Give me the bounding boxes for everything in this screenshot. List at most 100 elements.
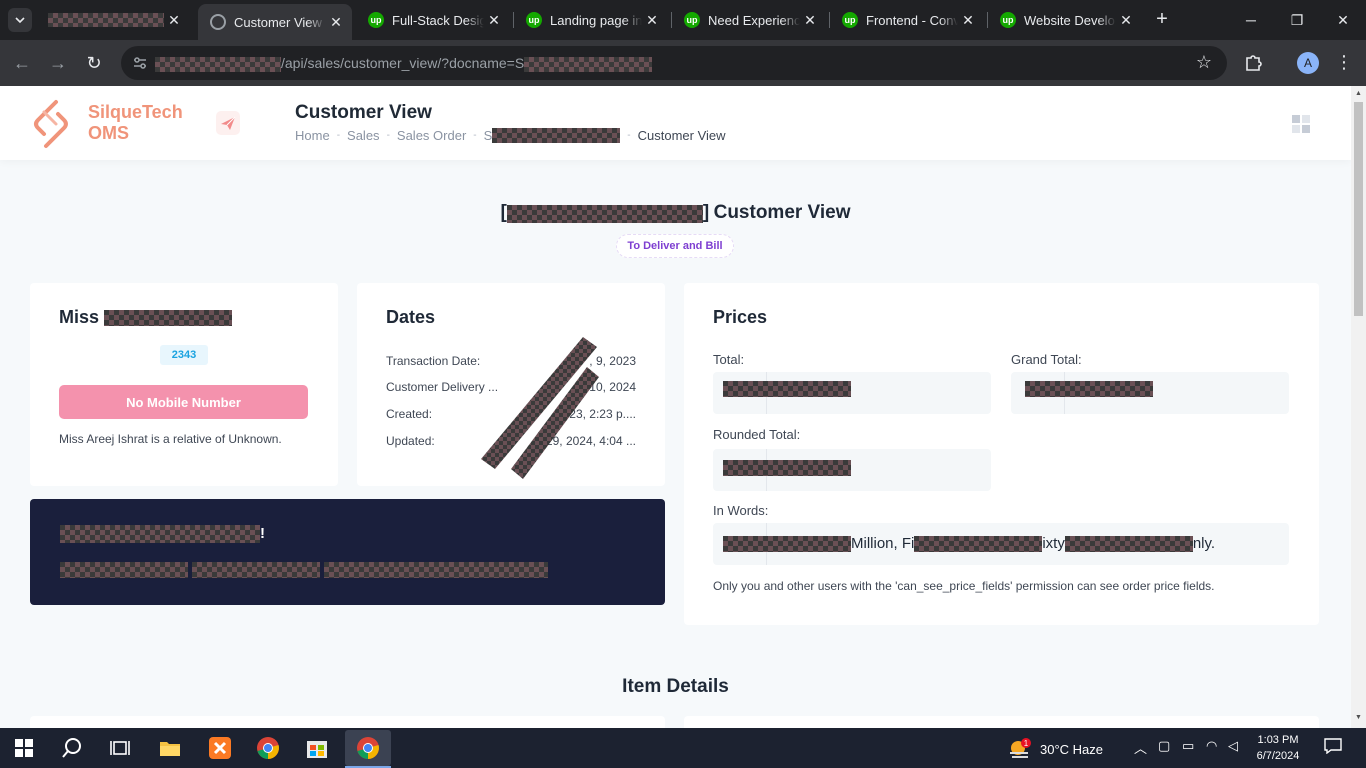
close-window-button[interactable]: ✕ [1320, 0, 1366, 40]
tab-landing-page[interactable]: up Landing page in ✕ [514, 6, 668, 34]
scroll-down-arrow-icon[interactable]: ▼ [1354, 714, 1363, 722]
chrome-icon[interactable] [254, 734, 282, 762]
weather-badge: 1 [1024, 739, 1029, 748]
title-bracket: ] [702, 202, 710, 223]
search-icon[interactable] [58, 734, 86, 762]
close-tab-icon[interactable]: ✕ [800, 12, 820, 29]
redacted-docname [524, 56, 653, 72]
close-tab-icon[interactable]: ✕ [484, 12, 504, 29]
redacted-words [723, 536, 851, 553]
extensions-puzzle-icon[interactable] [1243, 51, 1265, 73]
close-tab-icon[interactable]: ✕ [1116, 12, 1136, 29]
silquetech-logo-icon[interactable] [30, 98, 72, 150]
back-button[interactable]: ← [10, 51, 34, 75]
breadcrumb-current: Customer View [637, 128, 726, 143]
volume-muted-icon[interactable]: ◁ [1228, 738, 1238, 754]
weather-text: 30°C Haze [1040, 741, 1104, 757]
redacted-words [914, 536, 1043, 553]
tab-need-experience[interactable]: up Need Experience ✕ [672, 6, 826, 34]
redacted-total-value [723, 381, 851, 397]
breadcrumb-separator: - [473, 130, 477, 141]
scroll-up-arrow-icon[interactable]: ▲ [1354, 90, 1363, 98]
brand-name[interactable]: SilqueTech OMS [88, 102, 183, 144]
in-words-field[interactable]: Million, Fi ixty nly. [713, 523, 1289, 565]
forward-button[interactable]: → [46, 51, 70, 75]
breadcrumb-order[interactable]: S [484, 128, 493, 143]
new-tab-button[interactable]: + [1150, 8, 1174, 32]
redacted-notice-text [192, 562, 321, 579]
battery-icon[interactable]: ▭ [1182, 738, 1194, 754]
grand-total-label: Grand Total: [1011, 352, 1082, 367]
no-mobile-number-button[interactable]: No Mobile Number [59, 385, 308, 419]
upwork-favicon-icon: up [684, 12, 700, 28]
upwork-favicon-icon: up [368, 12, 384, 28]
tab-full-stack[interactable]: up Full-Stack Desig ✕ [356, 6, 510, 34]
weather-widget[interactable]: 1 30°C Haze [1008, 738, 1103, 760]
in-words-label: In Words: [713, 503, 769, 518]
bookmark-star-icon[interactable]: ☆ [1193, 51, 1215, 73]
total-field[interactable] [713, 372, 991, 414]
page-scrollbar[interactable]: ▲ ▼ [1351, 86, 1366, 728]
tab-redacted[interactable]: ✕ [36, 6, 190, 34]
meet-now-icon[interactable]: ▢ [1158, 738, 1170, 754]
site-settings-icon[interactable] [131, 54, 149, 72]
scrollbar-thumb[interactable] [1354, 102, 1363, 316]
breadcrumb-home[interactable]: Home [295, 128, 330, 143]
redacted-customer-name [104, 310, 233, 327]
page-title: Customer View [295, 102, 432, 123]
restore-button[interactable]: ❐ [1274, 0, 1320, 40]
tab-search-icon[interactable] [8, 8, 32, 32]
tab-title: Customer View | [234, 14, 326, 30]
profile-avatar[interactable]: A [1297, 52, 1319, 74]
paper-plane-icon[interactable] [216, 111, 240, 135]
task-view-icon[interactable] [106, 734, 134, 762]
customer-view-title: [] Customer View [0, 202, 1351, 224]
redaction-scribble [481, 337, 599, 479]
breadcrumb-sales-order[interactable]: Sales Order [397, 128, 466, 143]
redacted-tab-title [48, 13, 164, 27]
show-hidden-icons-icon[interactable]: ︿ [1134, 738, 1147, 757]
rounded-total-field[interactable] [713, 449, 991, 491]
status-badge: To Deliver and Bill [616, 234, 734, 258]
rounded-total-label: Rounded Total: [713, 427, 801, 442]
close-tab-icon[interactable]: ✕ [326, 14, 346, 31]
tab-customer-view[interactable]: Customer View | ✕ [198, 4, 352, 40]
microsoft-store-icon[interactable] [303, 734, 331, 762]
windows-start-icon[interactable] [10, 734, 38, 762]
notice-line-1: ! [60, 525, 265, 544]
redacted-notice-text [60, 525, 260, 544]
browser-menu-icon[interactable]: ⋮ [1333, 51, 1355, 73]
address-bar[interactable]: /api/sales/customer_view/?docname=S [121, 46, 1227, 80]
wifi-icon[interactable]: ◠ [1206, 738, 1217, 754]
upwork-favicon-icon: up [1000, 12, 1016, 28]
chrome-active-icon[interactable] [345, 730, 391, 766]
file-explorer-icon[interactable] [156, 734, 184, 762]
breadcrumb-sales[interactable]: Sales [347, 128, 380, 143]
in-words-part-1: Million, Fi [851, 535, 915, 552]
notifications-icon[interactable] [1324, 738, 1342, 757]
close-tab-icon[interactable]: ✕ [958, 12, 978, 29]
redacted-order-id [492, 128, 621, 143]
minimize-button[interactable]: ─ [1228, 0, 1274, 40]
breadcrumb-separator: - [386, 130, 390, 141]
redacted-rounded-total-value [723, 460, 851, 476]
url-text: /api/sales/customer_view/?docname=S [155, 55, 653, 72]
system-clock[interactable]: 1:03 PM 6/7/2024 [1250, 732, 1306, 764]
redacted-host [155, 56, 281, 72]
xampp-icon[interactable] [206, 734, 234, 762]
breadcrumb: Home - Sales - Sales Order - S - Custome… [295, 128, 726, 143]
notice-line-1-tail: ! [260, 525, 265, 542]
grand-total-field[interactable] [1011, 372, 1289, 414]
silquetech-favicon-icon [210, 14, 226, 30]
close-tab-icon[interactable]: ✕ [642, 12, 662, 29]
reload-button[interactable]: ↻ [82, 51, 106, 75]
customer-salutation: Miss [59, 307, 100, 327]
tab-website-develop[interactable]: up Website Develop ✕ [988, 6, 1142, 34]
close-tab-icon[interactable]: ✕ [164, 12, 184, 29]
item-details-card-left [30, 716, 665, 728]
title-text: Customer View [713, 202, 851, 223]
browser-toolbar: ← → ↻ /api/sales/customer_view/?docname=… [0, 40, 1366, 86]
upwork-favicon-icon: up [842, 12, 858, 28]
apps-grid-icon[interactable] [1292, 115, 1310, 133]
tab-frontend[interactable]: up Frontend - Conv ✕ [830, 6, 984, 34]
